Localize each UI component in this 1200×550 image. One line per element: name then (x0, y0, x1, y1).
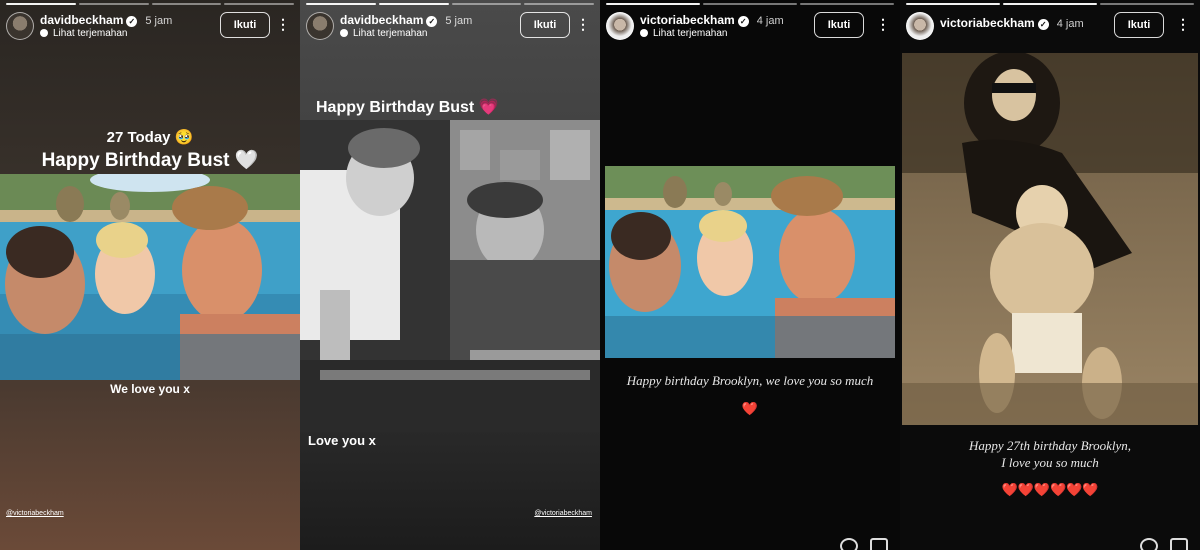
progress-segment (703, 3, 797, 5)
follow-button[interactable]: Ikuti (1114, 12, 1164, 38)
story-photo (0, 174, 300, 380)
follow-button[interactable]: Ikuti (520, 12, 570, 38)
story-header: victoriabeckham ✓ 4 jam Lihat terjemahan I… (606, 10, 894, 44)
progress-segment (800, 3, 894, 5)
heart-emoji: ❤️ (741, 401, 759, 416)
story-panel-1[interactable]: davidbeckham ✓ 5 jam Lihat terjemahan Ikut… (0, 0, 300, 550)
story-progress (306, 3, 594, 5)
avatar[interactable] (606, 12, 634, 40)
post-time: 5 jam (145, 15, 173, 27)
more-options-icon[interactable]: ⋮ (1176, 14, 1190, 34)
post-time: 4 jam (756, 15, 784, 27)
see-translation-link[interactable]: Lihat terjemahan (640, 28, 728, 39)
progress-segment (1100, 3, 1194, 5)
story-title: Happy Birthday Bust 🤍 (41, 150, 259, 171)
post-time: 5 jam (445, 15, 473, 27)
like-icon[interactable] (840, 538, 858, 550)
hearts-emoji: ❤️❤️❤️❤️❤️❤️ (1001, 482, 1099, 497)
verified-badge-icon: ✓ (126, 16, 138, 27)
progress-segment (6, 3, 76, 5)
translate-icon (340, 29, 348, 37)
progress-segment (151, 3, 222, 5)
progress-segment (306, 3, 376, 5)
story-header: victoriabeckham ✓ 4 jam Ikuti ⋮ (906, 10, 1194, 44)
more-options-icon[interactable]: ⋮ (876, 14, 890, 34)
share-icon[interactable] (870, 538, 888, 550)
story-progress (6, 3, 294, 5)
see-translation-link[interactable]: Lihat terjemahan (40, 28, 128, 39)
story-panel-3[interactable]: victoriabeckham ✓ 4 jam Lihat terjemahan I… (600, 0, 900, 550)
more-options-icon[interactable]: ⋮ (276, 14, 290, 34)
story-header: davidbeckham ✓ 5 jam Lihat terjemahan Ikut… (6, 10, 294, 44)
share-icon[interactable] (1170, 538, 1188, 550)
story-panel-4[interactable]: victoriabeckham ✓ 4 jam Ikuti ⋮ Happy 27th… (900, 0, 1200, 550)
story-caption-line-2: I love you so much (1001, 455, 1099, 470)
progress-segment (378, 3, 449, 5)
like-icon[interactable] (1140, 538, 1158, 550)
story-caption: Love you x (308, 433, 376, 448)
progress-segment (224, 3, 294, 5)
username[interactable]: victoriabeckham ✓ 4 jam (940, 16, 1084, 30)
more-options-icon[interactable]: ⋮ (576, 14, 590, 34)
progress-segment (1003, 3, 1097, 5)
username[interactable]: victoriabeckham ✓ 4 jam (640, 13, 784, 27)
avatar[interactable] (306, 12, 334, 40)
mention-link[interactable]: @victoriabeckham (534, 510, 592, 517)
progress-segment (606, 3, 700, 5)
story-progress (906, 3, 1194, 5)
progress-segment (524, 3, 594, 5)
follow-button[interactable]: Ikuti (814, 12, 864, 38)
verified-badge-icon: ✓ (426, 16, 438, 27)
story-caption: We love you x (110, 382, 190, 396)
story-title-small: 27 Today 🥹 (106, 129, 194, 146)
story-photo (300, 120, 600, 432)
story-panel-2[interactable]: davidbeckham ✓ 5 jam Lihat terjemahan Ikut… (300, 0, 600, 550)
mention-link[interactable]: @victoriabeckham (6, 510, 64, 517)
verified-badge-icon: ✓ (737, 16, 749, 27)
username[interactable]: davidbeckham ✓ 5 jam (340, 13, 472, 27)
story-title: Happy Birthday Bust 💗 (316, 99, 499, 116)
avatar[interactable] (906, 12, 934, 40)
username[interactable]: davidbeckham ✓ 5 jam (40, 13, 172, 27)
translate-icon (40, 29, 48, 37)
follow-button[interactable]: Ikuti (220, 12, 270, 38)
progress-segment (78, 3, 149, 5)
avatar[interactable] (6, 12, 34, 40)
see-translation-link[interactable]: Lihat terjemahan (340, 28, 428, 39)
progress-segment (451, 3, 522, 5)
story-progress (606, 3, 894, 5)
translate-icon (640, 29, 648, 37)
progress-segment (906, 3, 1000, 5)
story-caption: Happy birthday Brooklyn, we love you so … (626, 373, 874, 388)
story-photo (902, 53, 1198, 425)
verified-badge-icon: ✓ (1037, 19, 1049, 30)
story-caption-line-1: Happy 27th birthday Brooklyn, (969, 438, 1131, 453)
story-photo (605, 166, 895, 358)
post-time: 4 jam (1056, 18, 1084, 30)
story-header: davidbeckham ✓ 5 jam Lihat terjemahan Ikut… (306, 10, 594, 44)
